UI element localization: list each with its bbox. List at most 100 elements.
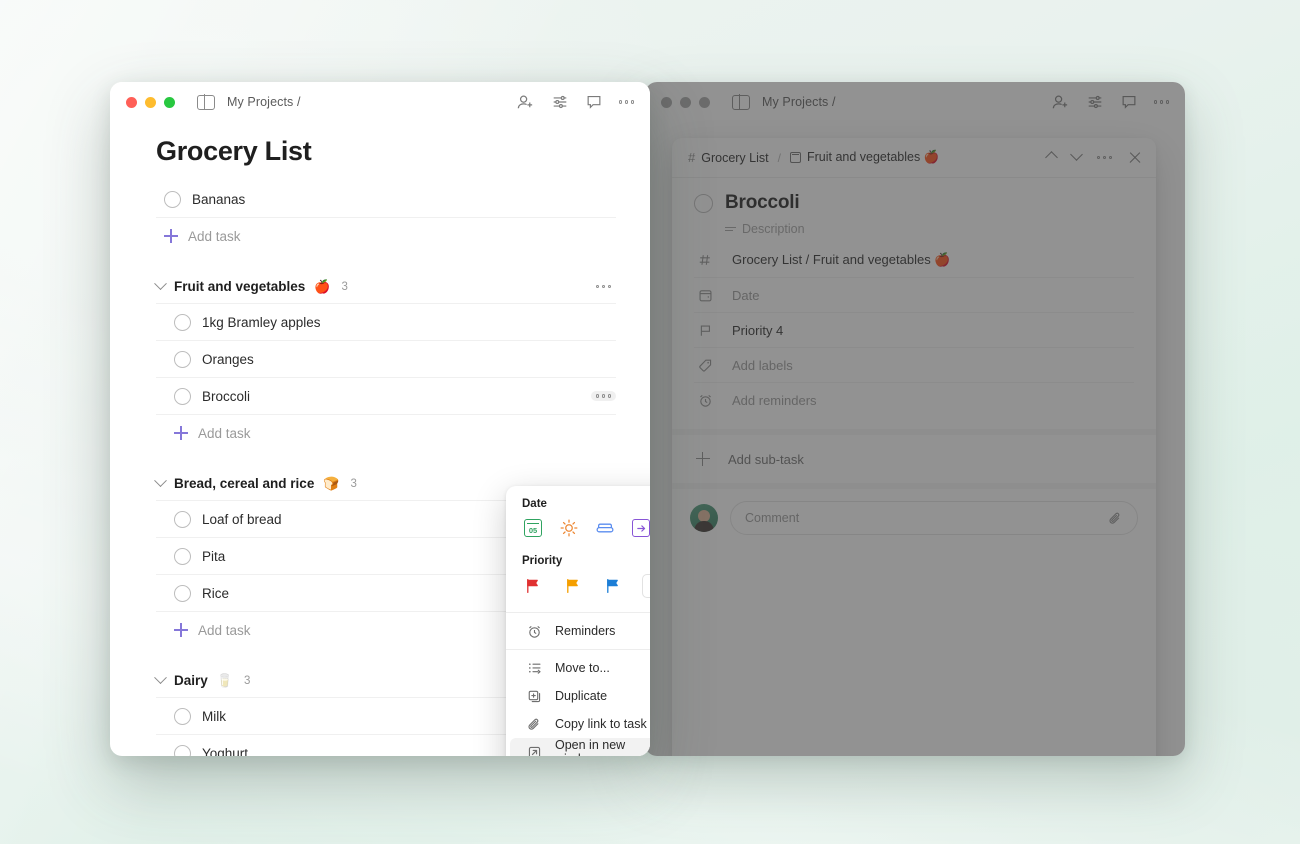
detail-field-priority[interactable]: Priority 4 (694, 312, 1134, 347)
add-person-icon[interactable] (516, 93, 535, 112)
menu-item-label: Reminders (555, 624, 616, 638)
task-checkbox[interactable] (694, 193, 713, 213)
minimize-window-button[interactable] (145, 96, 156, 108)
board-icon (789, 152, 801, 163)
priority-1-flag[interactable] (522, 575, 544, 597)
task-detail-panel[interactable]: # Grocery List / Fruit and vegetables 🍎 … (672, 138, 1156, 756)
task-checkbox[interactable] (174, 350, 191, 368)
add-person-icon[interactable] (1051, 93, 1070, 112)
section-name: Dairy (174, 673, 208, 688)
add-subtask-button[interactable]: Add sub-task (672, 435, 1156, 483)
task-checkbox[interactable] (174, 744, 191, 756)
more-horizontal-icon[interactable] (1096, 155, 1112, 160)
filter-sliders-icon[interactable] (1086, 93, 1104, 111)
attachment-icon[interactable] (1108, 511, 1123, 526)
menu-item-copy-link-to-task[interactable]: Copy link to task ⇧⌘C (510, 710, 650, 738)
task-checkbox[interactable] (174, 584, 191, 602)
active-window[interactable]: My Projects / Grocery List Bananas Add t… (110, 82, 650, 756)
task-row-bananas[interactable]: Bananas (156, 181, 616, 218)
calendar-icon (696, 286, 714, 304)
next-week-arrow-option[interactable] (630, 517, 650, 539)
chevron-down-icon[interactable] (154, 671, 167, 685)
comment-input[interactable]: Comment (730, 501, 1138, 535)
comment-area: Comment (672, 483, 1156, 547)
page-title: Grocery List (156, 136, 312, 166)
close-window-button[interactable] (661, 96, 672, 108)
detail-field-project[interactable]: Grocery List / Fruit and vegetables 🍎 (694, 242, 1134, 277)
comment-icon[interactable] (1120, 93, 1138, 111)
description-field[interactable]: Description (725, 222, 1134, 236)
today-calendar-option[interactable]: 05 (522, 517, 544, 539)
section-header-fruit-and-vegetables[interactable]: Fruit and vegetables 🍎 3 (154, 270, 616, 304)
back-breadcrumb[interactable]: My Projects / (762, 95, 836, 109)
alarm-clock-icon (696, 391, 714, 409)
date-options-row: 05 (506, 512, 650, 549)
minimize-window-button[interactable] (680, 96, 691, 108)
detail-field-value: Priority 4 (732, 322, 784, 338)
section-count: 3 (341, 280, 348, 293)
detail-panel-body: Broccoli Description Grocery List / Frui… (672, 178, 1156, 417)
detail-task-title[interactable]: Broccoli (725, 192, 800, 214)
close-window-button[interactable] (126, 96, 137, 108)
plus-icon (174, 623, 188, 637)
back-window-titlebar: My Projects / (645, 82, 1185, 122)
add-task-button-top[interactable]: Add task (156, 218, 616, 254)
detail-field-reminders[interactable]: Add reminders (694, 382, 1134, 417)
maximize-window-button[interactable] (699, 96, 710, 108)
date-group-title: Date (522, 498, 547, 510)
front-breadcrumb[interactable]: My Projects / (227, 95, 301, 109)
menu-item-move-to[interactable]: Move to... V (510, 654, 650, 682)
priority-2-flag[interactable] (562, 575, 584, 597)
detail-field-date[interactable]: Date (694, 277, 1134, 312)
task-row-oranges[interactable]: Oranges (156, 341, 616, 378)
add-task-button-fruit[interactable]: Add task (156, 415, 616, 451)
task-checkbox[interactable] (174, 510, 191, 528)
menu-item-duplicate[interactable]: Duplicate (510, 682, 650, 710)
chevron-down-icon[interactable] (154, 474, 167, 488)
sidebar-toggle-icon[interactable] (732, 94, 750, 110)
priority-4-flag[interactable] (642, 574, 650, 598)
task-checkbox[interactable] (174, 547, 191, 565)
task-row-broccoli[interactable]: Broccoli (156, 378, 616, 415)
task-more-icon[interactable] (590, 391, 616, 401)
priority-3-flag[interactable] (602, 575, 624, 597)
chevron-up-icon[interactable] (1044, 151, 1058, 164)
close-icon[interactable] (1128, 151, 1142, 165)
task-label: Milk (202, 708, 226, 724)
background-window[interactable]: My Projects / # Grocery List / Fruit and… (645, 82, 1185, 756)
task-row-apples[interactable]: 1kg Bramley apples (156, 304, 616, 341)
detail-field-value: Grocery List / Fruit and vegetables 🍎 (732, 251, 951, 267)
detail-breadcrumb-project[interactable]: Grocery List (701, 151, 768, 165)
tag-icon (696, 356, 714, 374)
task-label: Oranges (202, 351, 254, 367)
maximize-window-button[interactable] (164, 96, 175, 108)
filter-sliders-icon[interactable] (551, 93, 569, 111)
tomorrow-sun-option[interactable] (558, 517, 580, 539)
comment-icon[interactable] (585, 93, 603, 111)
this-weekend-sofa-option[interactable] (594, 517, 616, 539)
avatar[interactable] (690, 504, 718, 532)
menu-item-reminders[interactable]: Reminders (510, 617, 650, 645)
duplicate-icon (526, 688, 542, 704)
back-traffic-lights[interactable] (661, 96, 710, 108)
front-traffic-lights[interactable] (126, 96, 175, 108)
sidebar-toggle-icon[interactable] (197, 94, 215, 110)
task-checkbox[interactable] (174, 387, 191, 405)
detail-task-header: Broccoli (694, 192, 1134, 214)
detail-field-labels[interactable]: Add labels (694, 347, 1134, 382)
detail-breadcrumb-section[interactable]: Fruit and vegetables 🍎 (807, 150, 939, 165)
task-context-menu[interactable]: Date T 05 (506, 486, 650, 756)
menu-item-open-in-new-window[interactable]: Open in new window NEW ⌘⇧N (510, 738, 650, 756)
plus-icon (164, 229, 178, 243)
chevron-down-icon[interactable] (1069, 148, 1083, 161)
task-checkbox[interactable] (174, 707, 191, 725)
menu-item-label: Copy link to task (555, 717, 647, 731)
more-horizontal-icon[interactable] (1153, 100, 1169, 104)
section-more-icon[interactable] (591, 282, 616, 291)
task-checkbox[interactable] (174, 313, 191, 331)
chevron-down-icon[interactable] (154, 277, 167, 291)
task-checkbox[interactable] (164, 190, 181, 208)
priority-group-title: Priority (522, 555, 563, 567)
more-horizontal-icon[interactable] (618, 100, 634, 104)
section-name: Bread, cereal and rice (174, 476, 315, 491)
